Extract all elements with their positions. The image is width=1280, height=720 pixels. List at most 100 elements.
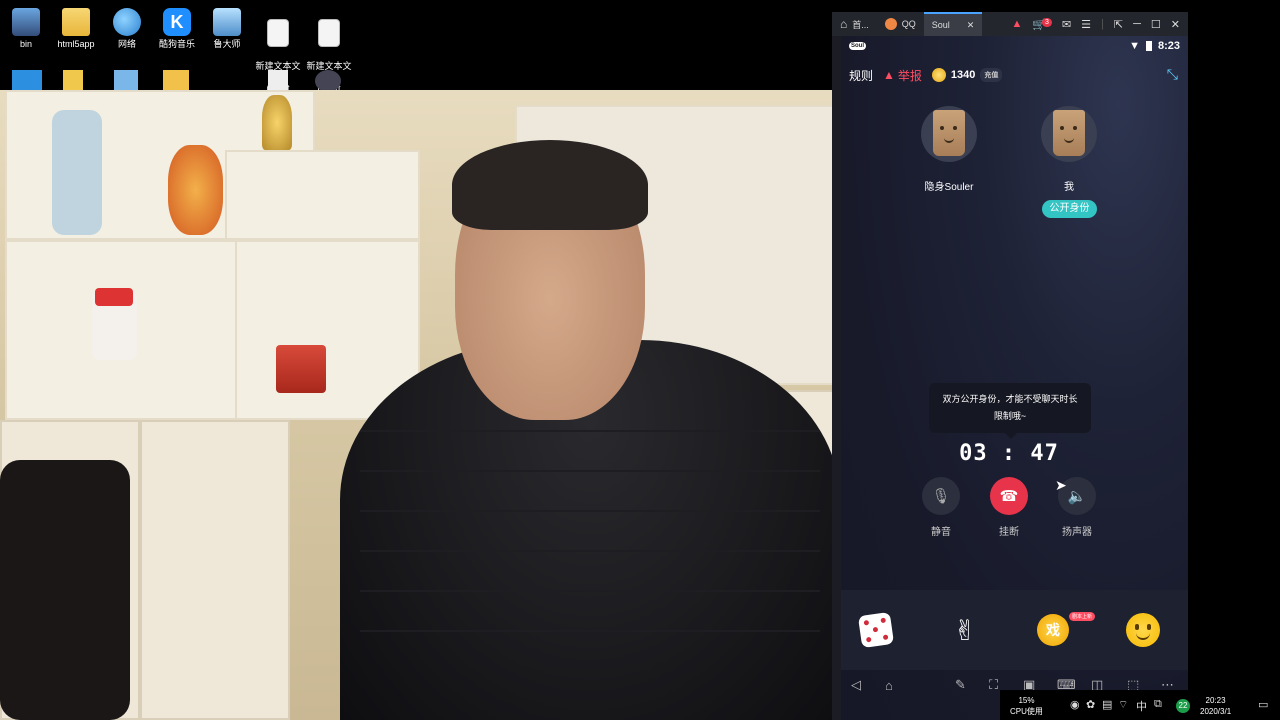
new-script-badge: 剧本上新 (1069, 612, 1096, 621)
taskbar-clock[interactable]: 20:23 2020/3/1 (1200, 695, 1231, 717)
ime-indicator[interactable]: 中 (1136, 698, 1147, 714)
rules-link[interactable]: 规则 (849, 67, 873, 84)
mute-button[interactable]: 🎙 静音 (921, 477, 961, 538)
text-file-icon (318, 19, 340, 47)
cpu-usage: 15% CPU使用 (1010, 695, 1043, 717)
desktop-icon-label: bin (19, 39, 32, 49)
tab-label: QQ (901, 19, 916, 29)
dice-game-button[interactable] (856, 610, 896, 650)
water-bottle (52, 110, 102, 235)
phone-hangup-icon: ☎ (990, 477, 1028, 515)
rock-paper-scissors-button[interactable]: ✌ (945, 610, 985, 650)
clock-date: 2020/3/1 (1200, 707, 1232, 716)
avatar-left[interactable] (921, 106, 977, 162)
screenshot-icon[interactable]: ⛶ (989, 677, 998, 693)
jacket-left (0, 460, 130, 720)
tab-soul[interactable]: Soul ✕ (923, 12, 983, 36)
close-icon[interactable]: ✕ (1171, 18, 1180, 31)
home-icon: ⌂ (840, 17, 848, 31)
restore-icon[interactable]: ⇱ (1114, 18, 1123, 31)
desktop-icon-label: html5app (57, 39, 95, 49)
webcam-video-overlay (0, 90, 841, 720)
desktop-icon-partial[interactable] (12, 70, 42, 92)
reveal-identity-tooltip: 双方公开身份，才能不受聊天时长 限制哦~ (929, 383, 1091, 439)
network-icon (113, 8, 141, 36)
back-icon[interactable]: ◁ (851, 677, 861, 693)
soul-app-badge: Soul (849, 42, 866, 50)
monkey-figure (168, 145, 223, 235)
app-tray-icon[interactable]: ✿ (1086, 698, 1095, 711)
recharge-button[interactable]: 充值 (980, 68, 1003, 82)
folder-icon (62, 8, 90, 36)
ludashi-icon (213, 8, 241, 36)
desktop-icon-kugou[interactable]: 酷狗音乐 (151, 8, 203, 50)
paint-icon[interactable]: ✎ (955, 677, 966, 693)
hand-gesture-icon: ✌ (953, 614, 977, 646)
network-tray-icon[interactable]: ▤ (1102, 698, 1112, 711)
reveal-identity-button[interactable]: 公开身份 (1042, 200, 1097, 218)
status-time: 8:23 (1157, 40, 1180, 52)
desktop-icon-bin[interactable]: bin (0, 8, 52, 50)
tab-qq[interactable]: QQ (877, 12, 924, 36)
tooltip-text: 双方公开身份，才能不受聊天时长 (942, 394, 1078, 404)
tooltip-text: 限制哦~ (993, 411, 1027, 421)
cpu-label: CPU使用 (1010, 707, 1043, 716)
warning-icon: ▲ (883, 68, 895, 82)
desktop-icon-html5app[interactable]: html5app (50, 8, 102, 50)
emoji-button[interactable] (1123, 610, 1163, 650)
script-play-button[interactable]: 戏 (1033, 610, 1073, 650)
minimize-call-icon[interactable]: ⤡ (1167, 66, 1178, 83)
desktop-icon-ludashi[interactable]: 鲁大师 (201, 8, 253, 50)
mouse-cursor-icon: ➤ (1055, 477, 1067, 493)
person-hair (452, 140, 648, 230)
security-icon[interactable]: ◉ (1070, 698, 1080, 711)
taskbar-tray: 15% CPU使用 ◉ ✿ ▤ ⌔ 中 ⧉ 22 20:23 2020/3/1 … (1000, 690, 1280, 720)
desktop-icon-partial[interactable] (63, 70, 83, 92)
coin-icon (931, 68, 946, 82)
tab-close-icon[interactable]: ✕ (967, 20, 975, 31)
warning-icon[interactable]: ▲ (1011, 18, 1022, 30)
shelf (225, 150, 420, 240)
notification-count-badge[interactable]: 22 (1176, 699, 1190, 713)
battery-icon (1145, 41, 1152, 51)
coin-count: 1340 (950, 69, 976, 81)
speaker-label: 扬声器 (1062, 527, 1092, 538)
desktop-icon-network[interactable]: 网络 (101, 8, 153, 50)
action-center-icon[interactable]: ▭ (1258, 698, 1268, 711)
home-icon[interactable]: ⌂ (885, 678, 893, 693)
divider: | (1101, 18, 1104, 30)
desktop-icon-partial[interactable] (163, 70, 189, 92)
desktop-icon-label: 酷狗音乐 (158, 39, 195, 49)
desktop-icon-partial[interactable] (114, 70, 138, 92)
input-method-icon[interactable]: ⧉ (1154, 698, 1162, 711)
cabinet (140, 420, 290, 720)
dice-icon (857, 611, 895, 649)
cpu-percent: 15% (1018, 696, 1035, 705)
avatar-right[interactable] (1041, 106, 1097, 162)
kugou-music-icon (163, 8, 191, 36)
mail-icon[interactable]: ✉ (1062, 18, 1071, 31)
wifi-tray-icon[interactable]: ⌔ (1118, 698, 1128, 712)
desktop-icon-label: 鲁大师 (213, 39, 241, 49)
drama-icon: 戏 (1037, 614, 1069, 646)
maximize-icon[interactable]: ☐ (1151, 18, 1161, 31)
desktop-icon-partial[interactable] (315, 70, 341, 92)
soul-call-screen: Soul ▼ 8:23 规则 ▲ 举报 1340 充值 ⤡ 隐身Souler 我… (841, 36, 1188, 720)
clock-time: 20:23 (1205, 696, 1226, 705)
paper-bag-avatar (1053, 110, 1085, 156)
emulator-titlebar: ⌂ 首... QQ Soul ✕ ▲ 🛒3 ✉ ☰ | ⇱ ─ ☐ ✕ (832, 12, 1188, 36)
menu-icon[interactable]: ☰ (1081, 18, 1091, 31)
bin-icon (12, 8, 40, 36)
desktop-icon-partial[interactable] (268, 70, 288, 92)
minimize-icon[interactable]: ─ (1133, 18, 1141, 30)
right-user-name: 我 (1064, 182, 1074, 193)
snack-cup (276, 345, 326, 393)
left-user-name: 隐身Souler (924, 182, 974, 193)
hangup-label: 挂断 (999, 527, 1019, 538)
tab-home[interactable]: ⌂ 首... (832, 12, 877, 36)
cart-icon[interactable]: 🛒3 (1032, 17, 1052, 31)
qq-icon (884, 18, 897, 30)
wifi-icon: ▼ (1129, 40, 1140, 52)
report-button[interactable]: ▲ 举报 (883, 67, 922, 84)
hangup-button[interactable]: ☎ 挂断 (989, 477, 1029, 538)
